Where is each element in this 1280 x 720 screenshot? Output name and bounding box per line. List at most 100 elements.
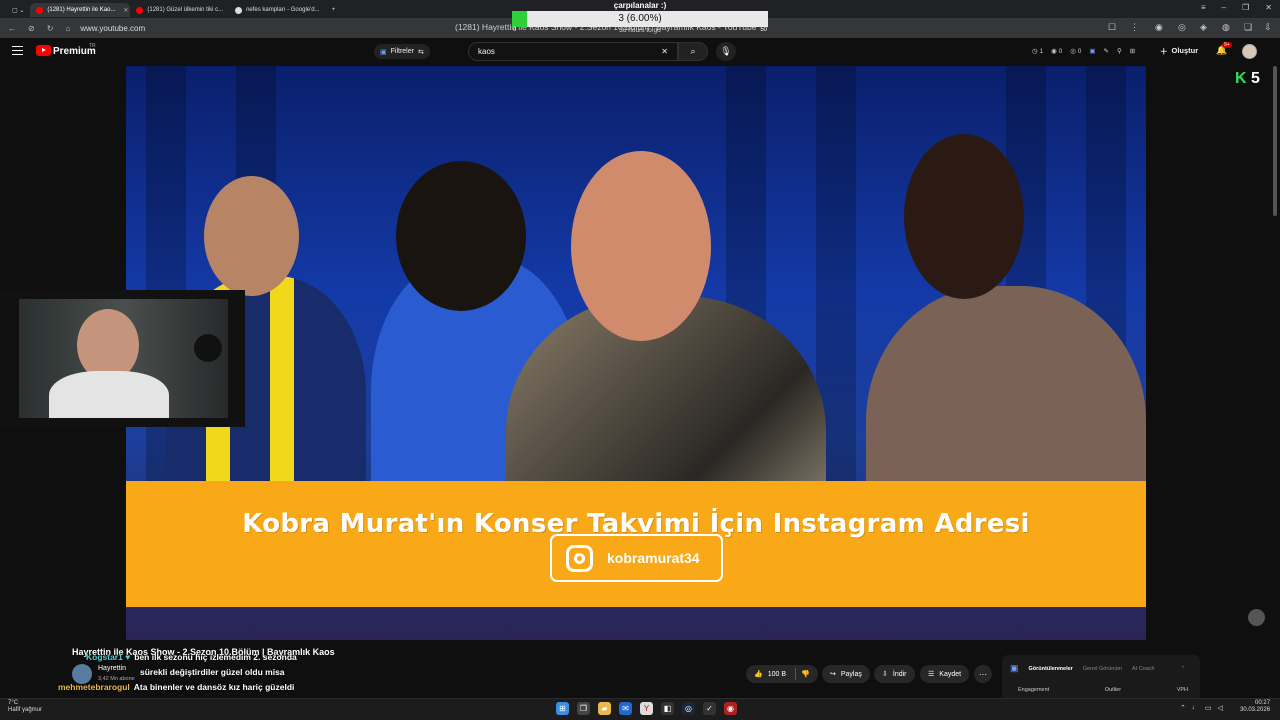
tab-youtube-2[interactable]: (1281) Güzel ülkemin tiki c... xyxy=(130,3,229,17)
yandex-browser-icon[interactable]: Y xyxy=(640,702,653,715)
filters-button[interactable]: ▣ Filtreler ⇆ xyxy=(374,44,430,59)
sliders-icon: ⇆ xyxy=(417,48,424,56)
extension-icon[interactable]: ◈ xyxy=(1200,22,1207,33)
google-icon xyxy=(235,6,243,14)
app-icon[interactable]: ◉ xyxy=(724,702,737,715)
search-button[interactable]: ⌕ xyxy=(678,42,708,61)
weather-widget[interactable]: 7°C Hafif yağmur xyxy=(8,700,42,714)
time: 00:27 xyxy=(1255,700,1271,706)
create-label: Oluştur xyxy=(1171,46,1199,55)
save-icon: ☰ xyxy=(928,671,935,678)
app-icon[interactable]: ◧ xyxy=(661,702,674,715)
region-code: TR xyxy=(89,43,96,49)
save-button[interactable]: ☰ Kaydet xyxy=(920,665,970,683)
monitor-icon[interactable]: ▭ xyxy=(1205,704,1212,712)
restore-icon[interactable]: ❐ xyxy=(1242,3,1249,12)
reload-icon[interactable]: ↻ xyxy=(47,24,54,33)
youtube-logo-icon[interactable] xyxy=(36,45,51,56)
window-controls: ≡ – ❐ ✕ xyxy=(1201,3,1272,12)
tools-icon[interactable]: ✎ xyxy=(1103,47,1108,55)
stat-clock: ◷ 1 xyxy=(1032,48,1044,55)
clear-search-icon[interactable]: ✕ xyxy=(661,47,668,56)
tabs-icon[interactable]: ❏ xyxy=(1244,22,1252,33)
more-actions-button[interactable]: ⋯ xyxy=(974,665,992,683)
share-label: Paylaş xyxy=(840,670,862,678)
chevron-up-icon[interactable]: ⌃ xyxy=(1180,704,1186,712)
folder-icon[interactable]: ▰ xyxy=(598,702,611,715)
channel-name[interactable]: Hayrettin xyxy=(98,665,126,672)
channel-logo-number: 5 xyxy=(1251,70,1260,87)
download-icon[interactable]: ⇩ xyxy=(1264,22,1272,33)
extension-icon[interactable]: ◉ xyxy=(1155,22,1163,33)
person-4-hair xyxy=(904,134,1024,299)
scrollbar[interactable] xyxy=(1273,66,1277,216)
instagram-handle: kobramurat34 xyxy=(607,550,700,566)
stat-views: ◎ 0 xyxy=(1070,48,1082,55)
chat-user: mehmetebrarogul xyxy=(58,682,130,692)
url-field[interactable]: www.youtube.com xyxy=(80,24,145,33)
hamburger-menu-icon[interactable] xyxy=(12,46,23,55)
poll-overlay: çarpılanalar :) 3 (6.00%) 0 36 hours to … xyxy=(512,0,768,38)
close-window-icon[interactable]: ✕ xyxy=(1265,3,1272,12)
tab-ai-coach[interactable]: AI Coach xyxy=(1132,666,1155,672)
tab-label: (1281) Güzel ülkemin tiki c... xyxy=(147,7,224,13)
poll-value: 3 (6.00%) xyxy=(618,13,662,24)
channel-logo: K 5 xyxy=(1235,70,1260,88)
share-icon: ↪ xyxy=(830,671,836,678)
task-view-icon[interactable]: ❐ xyxy=(577,702,590,715)
download-button[interactable]: ⇩ İndir xyxy=(874,665,915,683)
chat-text: Ata binenler ve dansöz kız hariç güzeldi xyxy=(133,682,295,692)
instagram-handle-box: kobramurat34 xyxy=(550,534,723,582)
mic-tray-icon[interactable]: ♩ xyxy=(1192,704,1199,712)
extension-icon[interactable]: ◎ xyxy=(1178,22,1186,33)
volume-icon[interactable]: ◁ xyxy=(1218,704,1223,712)
extension-icon[interactable]: ▣ xyxy=(1089,47,1095,55)
home-icon[interactable]: ⌂ xyxy=(65,24,70,33)
like-button[interactable]: 👍 100 B 👎 xyxy=(746,665,818,683)
start-icon[interactable]: ⊞ xyxy=(556,702,569,715)
bookmark-icon[interactable]: ☐ xyxy=(1108,22,1116,33)
like-count: 100 B xyxy=(767,670,787,678)
tab-overview[interactable]: Genel Görünüm xyxy=(1083,666,1122,672)
steam-icon[interactable]: ◎ xyxy=(682,702,695,715)
floating-action-button[interactable] xyxy=(1248,609,1265,626)
new-tab-button[interactable]: + xyxy=(326,3,342,17)
app-icon[interactable]: ✓ xyxy=(703,702,716,715)
person-2-head xyxy=(396,161,526,311)
back-icon[interactable]: ← xyxy=(8,24,16,33)
studio-icon[interactable]: ⚲ xyxy=(1117,47,1122,55)
tab-views[interactable]: Görüntülenmeler xyxy=(1029,666,1073,672)
search-input[interactable]: kaos ✕ xyxy=(468,42,678,61)
more-icon[interactable]: ⋮ xyxy=(1130,22,1139,33)
clock[interactable]: 00:27 30.03.2026 xyxy=(1240,700,1270,714)
thumbs-down-icon[interactable]: 👎 xyxy=(801,670,810,678)
video-player[interactable]: Kobra Murat'ın Konser Takvimi İçin Insta… xyxy=(126,66,1146,640)
temperature: 7°C xyxy=(8,700,19,706)
col-outlier: Outlier xyxy=(1104,687,1122,693)
youtube-icon xyxy=(36,6,44,14)
analytics-panel: ▣ Görüntülenmeler Genel Görünüm AI Coach… xyxy=(1002,655,1200,700)
notification-badge: 9+ xyxy=(1222,42,1232,48)
minimize-icon[interactable]: – xyxy=(1222,3,1226,12)
youtube-icon xyxy=(136,6,144,14)
save-label: Kaydet xyxy=(939,670,962,678)
filter-icon: ▣ xyxy=(380,48,387,56)
chat-text: sürekli değiştirdiler güzel oldu misa xyxy=(140,667,285,677)
extension-icon[interactable]: ◍ xyxy=(1222,22,1230,33)
grid-icon[interactable]: ⊞ xyxy=(1130,47,1135,55)
channel-avatar[interactable] xyxy=(72,664,92,684)
avatar[interactable] xyxy=(1242,44,1257,59)
col-engagement: Engagement xyxy=(1018,687,1050,693)
history-icon[interactable]: ⊘ xyxy=(28,24,35,33)
tab-youtube-active[interactable]: (1281) Hayrettin ile Kao... ✕ xyxy=(30,3,131,17)
tab-google[interactable]: nefes kampları - Google'd... xyxy=(229,3,326,17)
close-tab-icon[interactable]: ✕ xyxy=(123,7,128,14)
collapse-icon[interactable]: ⌃ xyxy=(1181,666,1186,672)
share-button[interactable]: ↪ Paylaş xyxy=(822,665,870,683)
plus-icon: ＋ xyxy=(1160,47,1168,56)
mail-icon[interactable]: ✉ xyxy=(619,702,632,715)
tab-menu-icon[interactable]: ▢ ⌄ xyxy=(6,3,30,17)
menu-dots-icon[interactable]: ≡ xyxy=(1201,3,1206,12)
create-button[interactable]: ＋ Oluştur xyxy=(1160,46,1198,57)
voice-search-button[interactable]: 🎙 xyxy=(716,42,736,61)
